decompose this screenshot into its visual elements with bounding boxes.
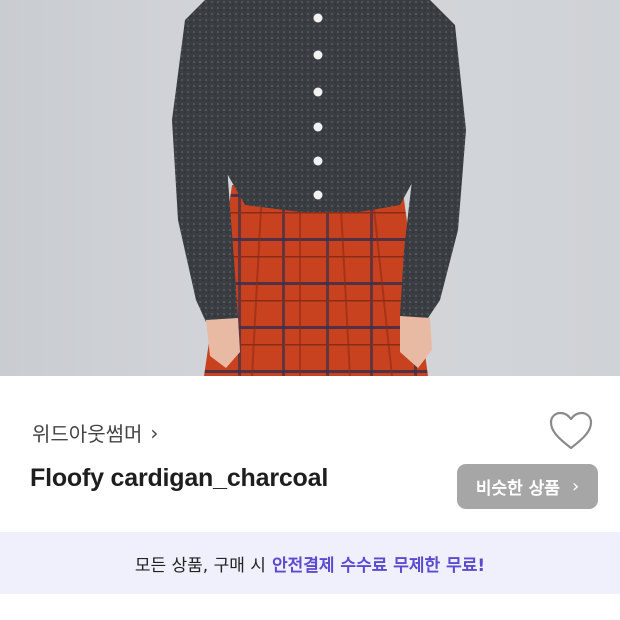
similar-products-button[interactable]: 비슷한 상품 › xyxy=(457,464,598,509)
safe-payment-banner[interactable]: 모든 상품, 구매 시 안전결제 수수료 무제한 무료! xyxy=(0,532,620,594)
bottom-spacer xyxy=(0,594,620,620)
chevron-right-icon: › xyxy=(571,476,580,497)
shop-link[interactable]: 위드아웃썸머 › xyxy=(32,418,158,447)
product-image[interactable] xyxy=(0,0,620,376)
heart-icon[interactable] xyxy=(548,410,594,452)
similar-products-label: 비슷한 상품 xyxy=(475,479,560,499)
product-title: Floofy cardigan_charcoal xyxy=(30,464,329,492)
banner-text: 모든 상품, 구매 시 xyxy=(134,555,266,576)
banner-highlight: 안전결제 수수료 무제한 무료! xyxy=(271,555,486,576)
shop-name: 위드아웃썸머 xyxy=(32,422,143,446)
product-info-panel: 위드아웃썸머 › Floofy cardigan_charcoal 비슷한 상품… xyxy=(0,376,620,532)
chevron-right-icon: › xyxy=(150,420,159,445)
